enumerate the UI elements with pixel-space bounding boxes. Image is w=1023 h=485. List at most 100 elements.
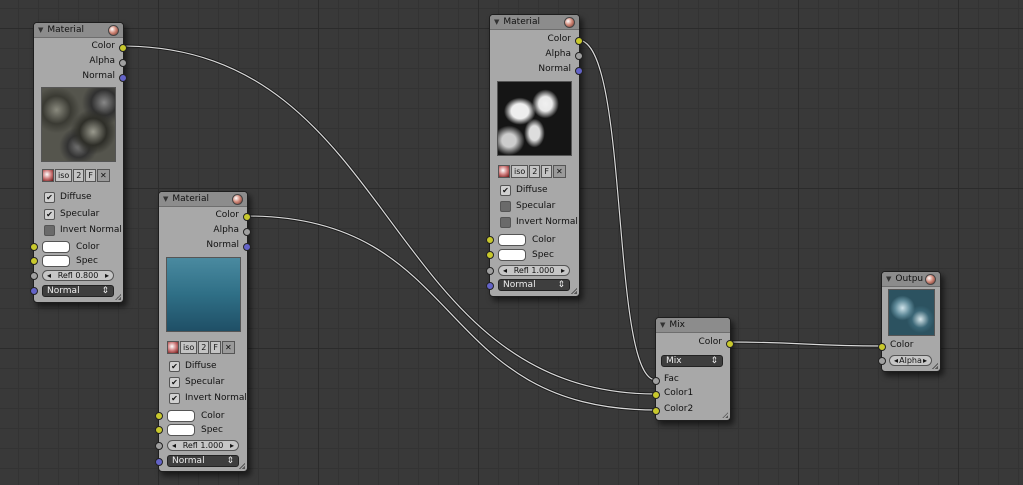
blend-mode-dropdown[interactable]: Mix ⇕: [661, 355, 723, 367]
input-spec[interactable]: Spec: [155, 423, 223, 437]
refl-slider[interactable]: ◂ Refl 1.000 ▸: [498, 265, 570, 276]
input-socket-refl[interactable]: [486, 267, 494, 275]
invert-normal-toggle[interactable]: Invert Normal: [44, 223, 122, 237]
output-socket[interactable]: [575, 37, 583, 45]
resize-handle-icon[interactable]: [115, 294, 121, 300]
output-socket[interactable]: [119, 44, 127, 52]
material-node-1[interactable]: ▼ Material Color Alpha Normal iso 2 F ✕ …: [30, 22, 127, 303]
output-node[interactable]: ▼ Outpu Color ◂ Alpha ▸: [878, 271, 941, 372]
decrement-arrow-icon[interactable]: ◂: [503, 266, 507, 275]
input-socket[interactable]: [30, 257, 38, 265]
normal-dropdown[interactable]: Normal ⇕: [167, 455, 239, 467]
diffuse-toggle[interactable]: ✔ Diffuse: [500, 183, 548, 197]
material-sphere-icon[interactable]: [498, 165, 510, 178]
specular-toggle[interactable]: ✔ Specular: [44, 207, 99, 221]
checkbox[interactable]: ✔: [44, 191, 55, 203]
resize-handle-icon[interactable]: [571, 288, 577, 294]
output-socket[interactable]: [119, 59, 127, 67]
checkbox[interactable]: ✔: [169, 392, 180, 404]
color-swatch[interactable]: [498, 249, 526, 261]
increment-arrow-icon[interactable]: ▸: [923, 356, 927, 365]
output-socket[interactable]: [243, 243, 251, 251]
input-socket[interactable]: [652, 377, 660, 385]
input-socket-refl[interactable]: [30, 272, 38, 280]
checkbox[interactable]: [44, 224, 55, 236]
resize-handle-icon[interactable]: [932, 363, 938, 369]
collapse-arrow-icon[interactable]: ▼: [660, 321, 665, 329]
node-header[interactable]: ▼ Outpu: [882, 272, 940, 287]
decrement-arrow-icon[interactable]: ◂: [894, 356, 898, 365]
node-header[interactable]: ▼ Material: [159, 192, 247, 207]
input-socket[interactable]: [30, 243, 38, 251]
input-socket[interactable]: [155, 426, 163, 434]
collapse-arrow-icon[interactable]: ▼: [38, 26, 43, 34]
increment-arrow-icon[interactable]: ▸: [561, 266, 565, 275]
increment-arrow-icon[interactable]: ▸: [105, 271, 109, 280]
output-socket[interactable]: [119, 74, 127, 82]
output-socket[interactable]: [726, 340, 734, 348]
node-header[interactable]: ▼ Material: [34, 23, 123, 38]
input-spec[interactable]: Spec: [486, 248, 554, 262]
increment-arrow-icon[interactable]: ▸: [230, 441, 234, 450]
node-header[interactable]: ▼ Mix: [656, 318, 730, 333]
input-socket-refl[interactable]: [155, 442, 163, 450]
input-color[interactable]: Color: [486, 233, 556, 247]
invert-normal-toggle[interactable]: ✔ Invert Normal: [169, 391, 247, 405]
fake-user-toggle[interactable]: F: [210, 341, 221, 354]
decrement-arrow-icon[interactable]: ◂: [47, 271, 51, 280]
input-color[interactable]: Color: [30, 240, 100, 254]
checkbox[interactable]: [500, 216, 511, 228]
mix-node[interactable]: ▼ Mix Color Mix ⇕ Fac Color1 Color2: [652, 317, 734, 421]
material-name[interactable]: iso: [55, 169, 73, 182]
node-header[interactable]: ▼ Material: [490, 15, 579, 30]
checkbox[interactable]: ✔: [44, 208, 55, 220]
resize-handle-icon[interactable]: [239, 463, 245, 469]
specular-toggle[interactable]: Specular: [500, 199, 555, 213]
material-selector[interactable]: iso 2 F ✕: [167, 341, 236, 354]
input-socket-alpha[interactable]: [878, 357, 886, 365]
close-icon[interactable]: ✕: [222, 341, 235, 354]
output-socket[interactable]: [243, 228, 251, 236]
normal-dropdown[interactable]: Normal ⇕: [42, 285, 114, 297]
output-socket[interactable]: [575, 67, 583, 75]
input-spec[interactable]: Spec: [30, 254, 98, 268]
collapse-arrow-icon[interactable]: ▼: [886, 275, 891, 283]
color-swatch[interactable]: [167, 424, 195, 436]
user-count[interactable]: 2: [529, 165, 541, 178]
color-swatch[interactable]: [498, 234, 526, 246]
specular-toggle[interactable]: ✔ Specular: [169, 375, 224, 389]
close-icon[interactable]: ✕: [553, 165, 566, 178]
input-socket[interactable]: [155, 412, 163, 420]
decrement-arrow-icon[interactable]: ◂: [172, 441, 176, 450]
input-socket[interactable]: [878, 343, 886, 351]
material-name[interactable]: iso: [180, 341, 198, 354]
material-sphere-icon[interactable]: [42, 169, 54, 182]
color-swatch[interactable]: [42, 255, 70, 267]
collapse-arrow-icon[interactable]: ▼: [163, 195, 168, 203]
material-name[interactable]: iso: [511, 165, 529, 178]
diffuse-toggle[interactable]: ✔ Diffuse: [169, 359, 217, 373]
material-node-3[interactable]: ▼ Material Color Alpha Normal iso 2 F ✕ …: [486, 14, 583, 297]
checkbox[interactable]: ✔: [500, 184, 511, 196]
refl-slider[interactable]: ◂ Refl 1.000 ▸: [167, 440, 239, 451]
color-swatch[interactable]: [167, 410, 195, 422]
user-count[interactable]: 2: [73, 169, 85, 182]
input-color[interactable]: Color: [155, 409, 225, 423]
normal-dropdown[interactable]: Normal ⇕: [498, 279, 570, 291]
color-swatch[interactable]: [42, 241, 70, 253]
close-icon[interactable]: ✕: [97, 169, 110, 182]
refl-slider[interactable]: ◂ Refl 0.800 ▸: [42, 270, 114, 281]
diffuse-toggle[interactable]: ✔ Diffuse: [44, 190, 92, 204]
input-socket[interactable]: [652, 407, 660, 415]
fake-user-toggle[interactable]: F: [541, 165, 552, 178]
material-sphere-icon[interactable]: [167, 341, 179, 354]
checkbox[interactable]: [500, 200, 511, 212]
input-socket-normal[interactable]: [155, 458, 163, 466]
output-socket[interactable]: [575, 52, 583, 60]
input-socket-normal[interactable]: [30, 287, 38, 295]
invert-normal-toggle[interactable]: Invert Normal: [500, 215, 578, 229]
alpha-slider[interactable]: ◂ Alpha ▸: [889, 355, 932, 366]
fake-user-toggle[interactable]: F: [85, 169, 96, 182]
output-socket[interactable]: [243, 213, 251, 221]
input-socket[interactable]: [652, 391, 660, 399]
